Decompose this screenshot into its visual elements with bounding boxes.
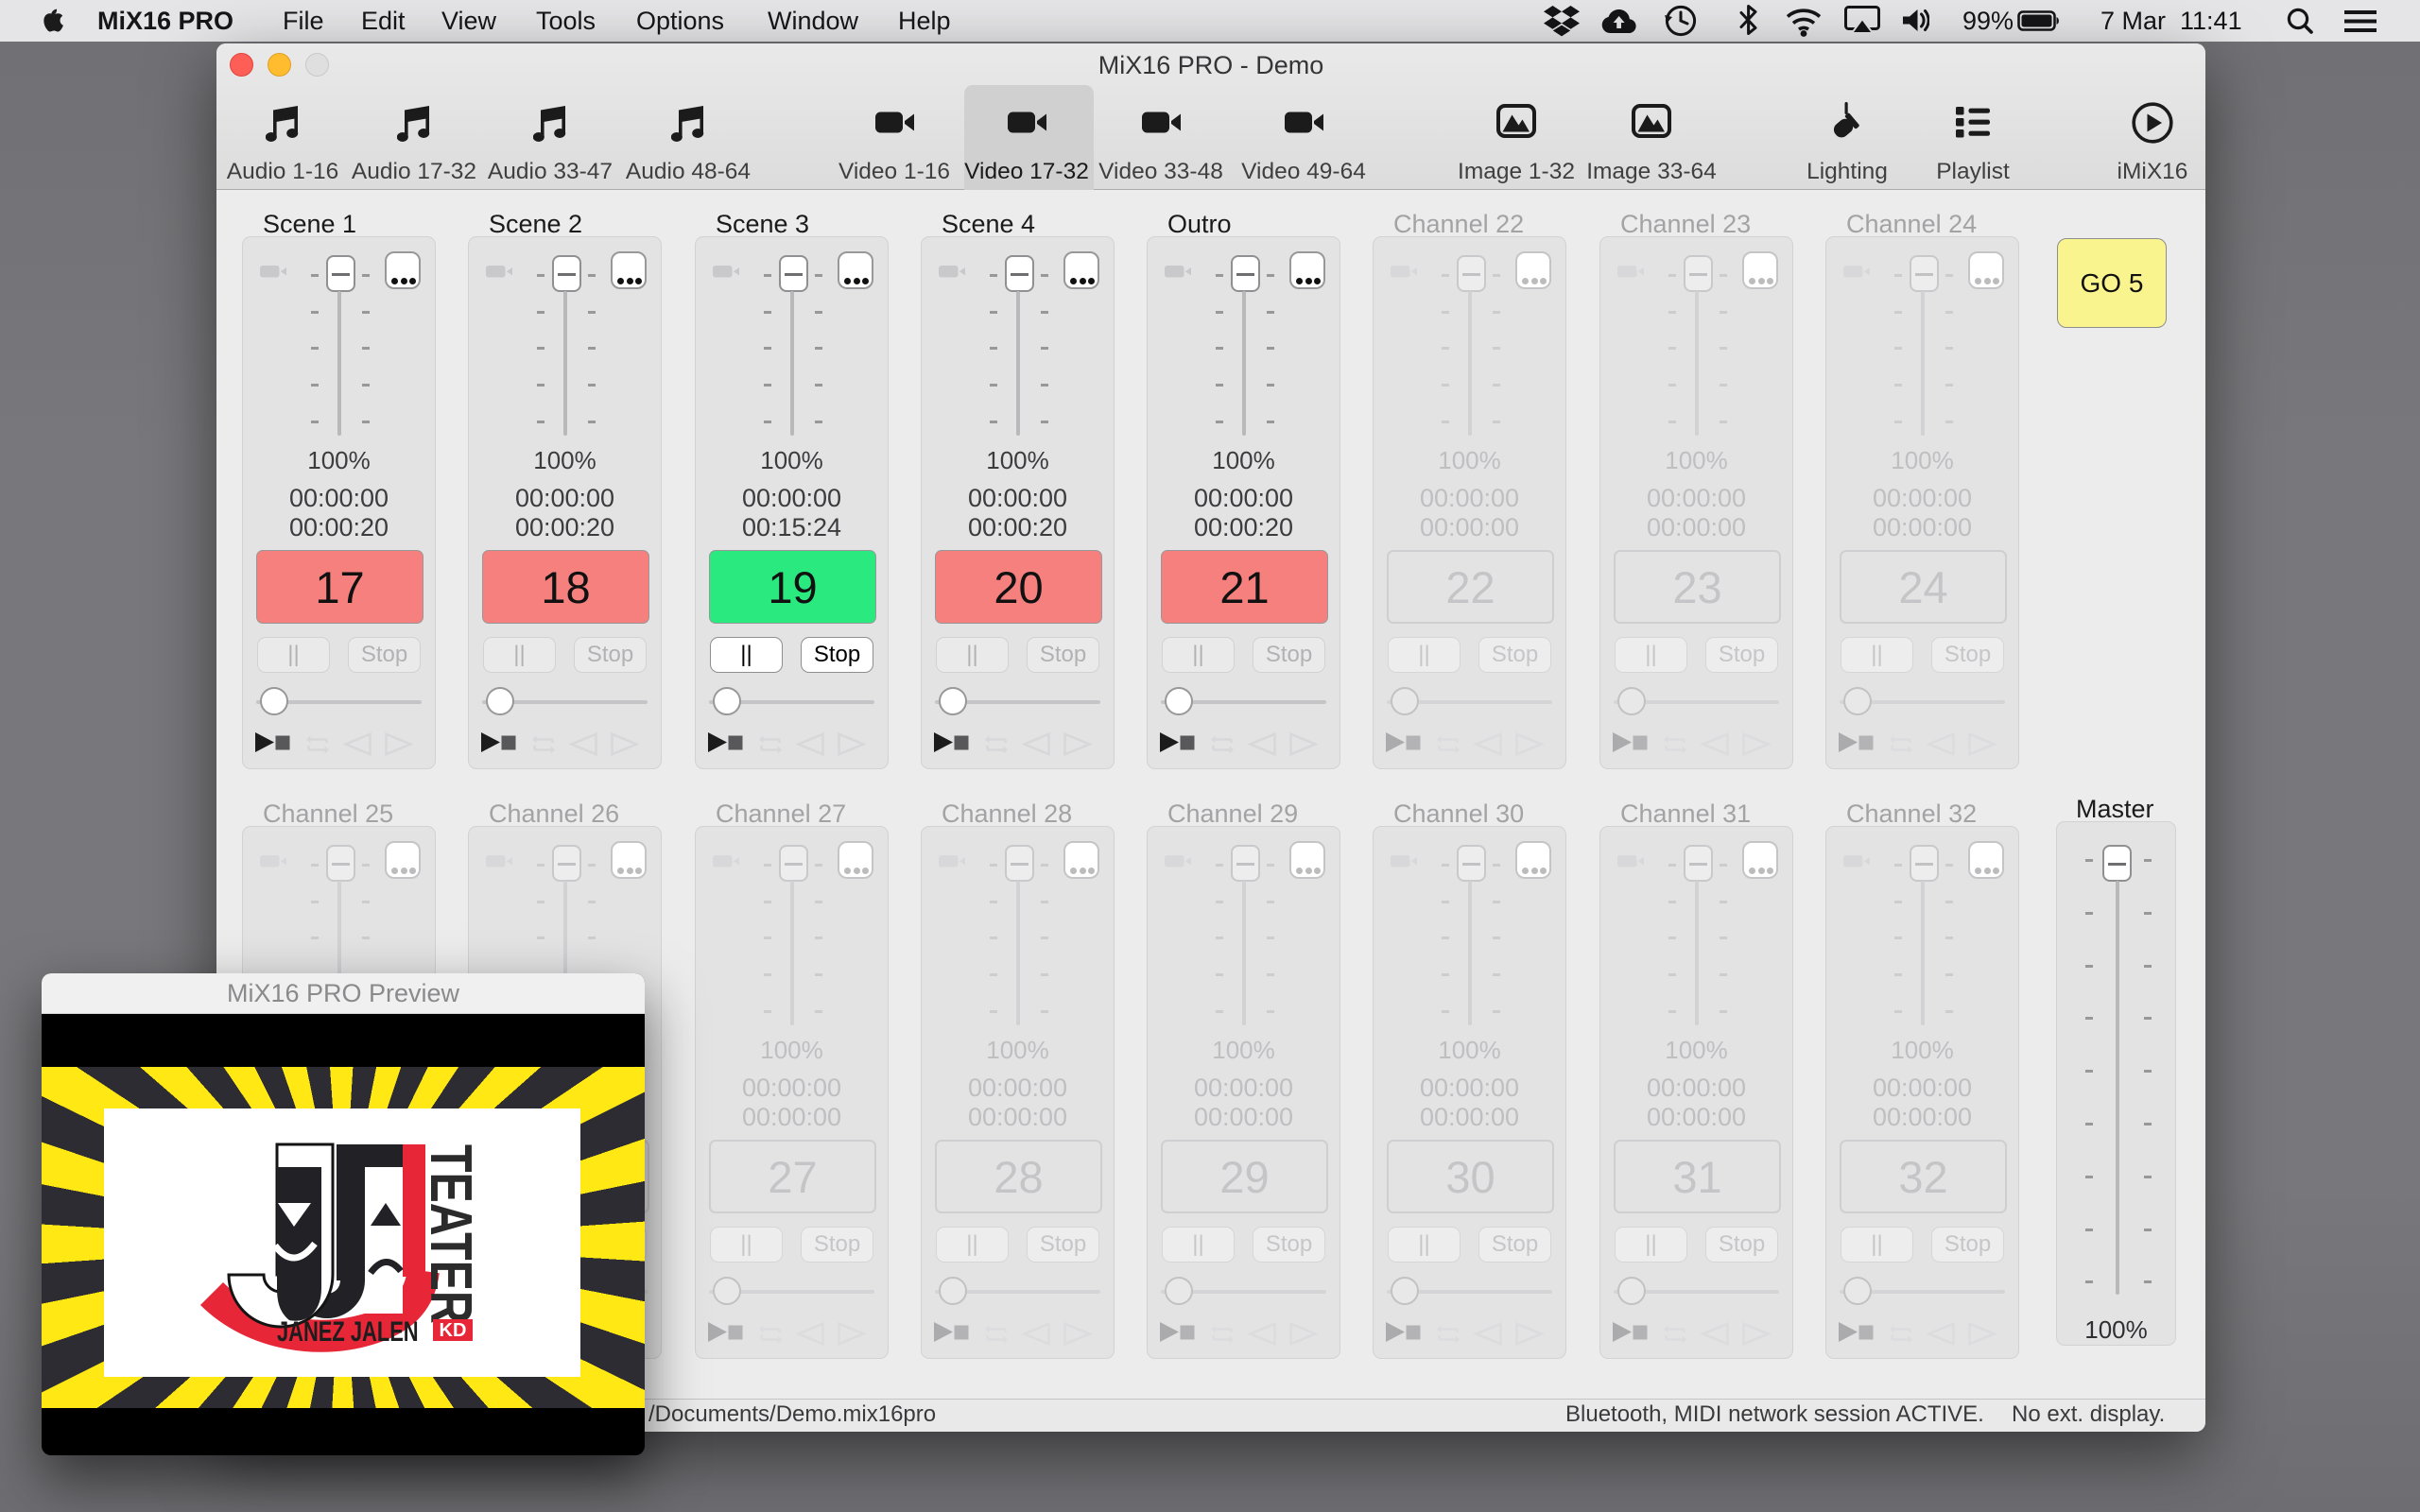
svg-text:TEATER: TEATER [419, 1144, 484, 1324]
svg-text:KD: KD [440, 1320, 467, 1341]
svg-text:JANEZ JALEN: JANEZ JALEN [277, 1315, 419, 1348]
